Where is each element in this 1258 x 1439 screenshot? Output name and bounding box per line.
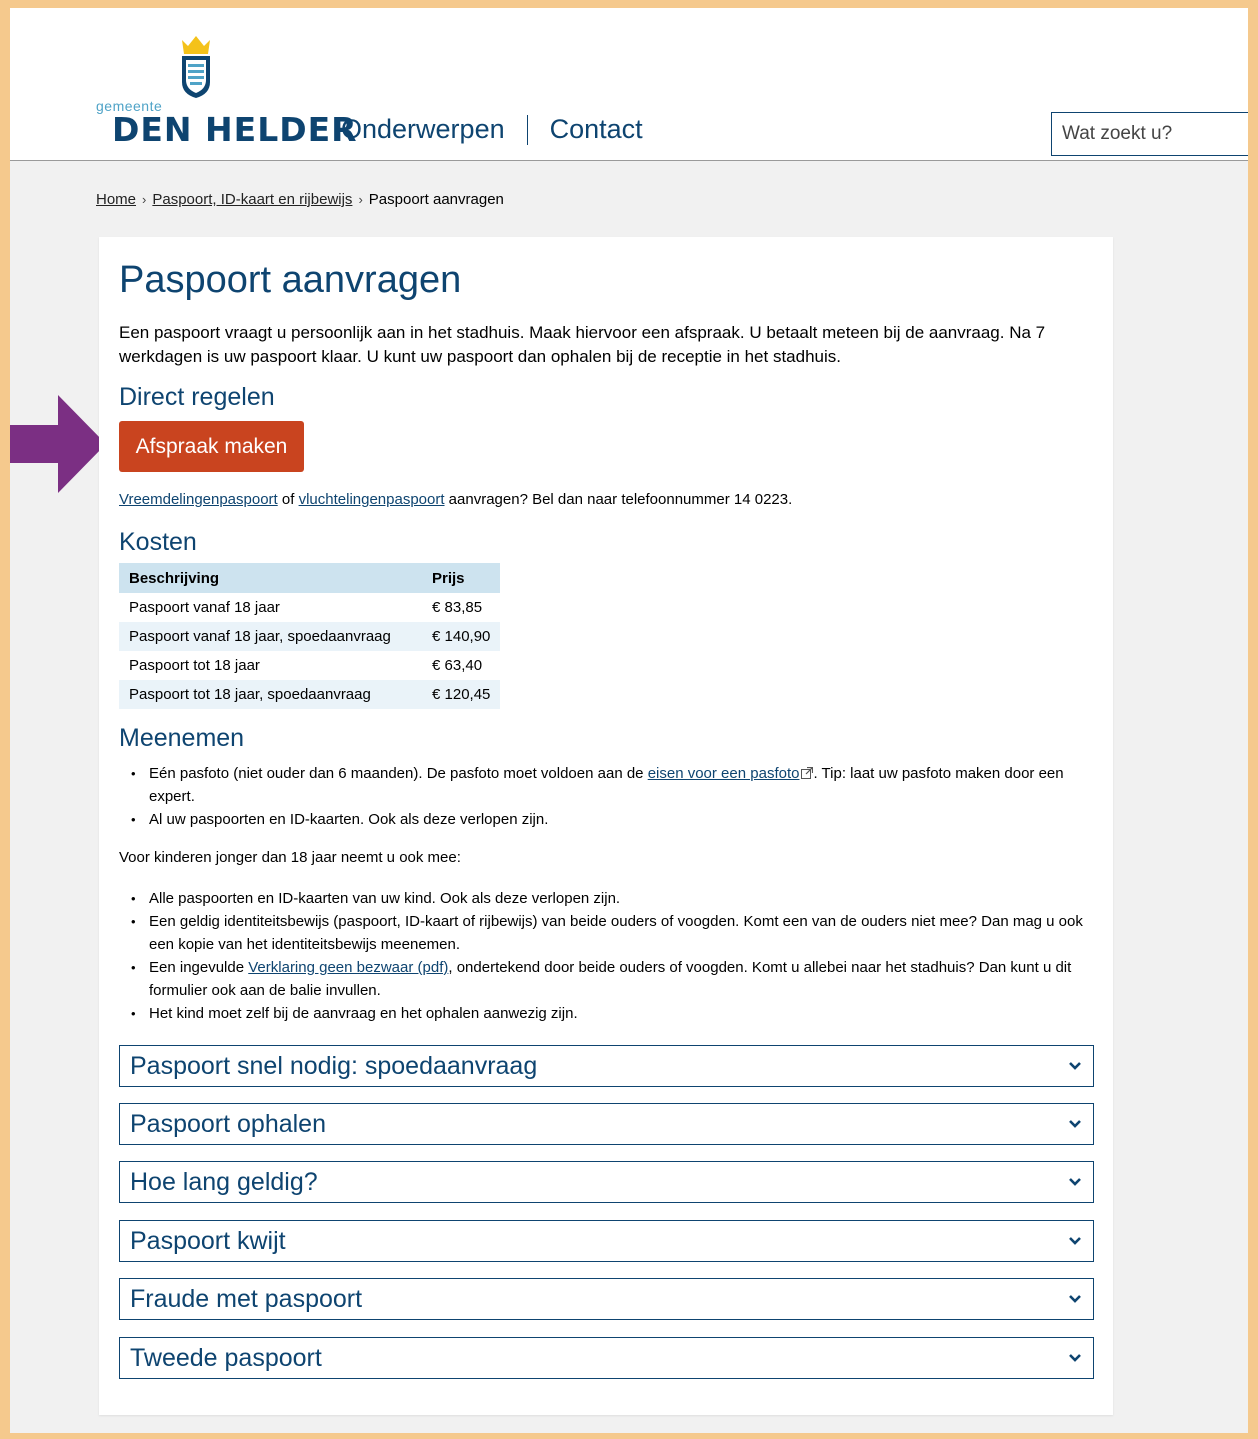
list-item-text: Eén pasfoto (niet ouder dan 6 maanden). … [149, 765, 648, 782]
accordion-title: Paspoort snel nodig: spoedaanvraag [130, 1051, 538, 1080]
crest-icon [182, 36, 210, 98]
table-cell-price: € 120,45 [422, 680, 501, 709]
accordion-title: Fraude met paspoort [130, 1284, 363, 1313]
accordion-ophalen[interactable]: Paspoort ophalen [119, 1103, 1094, 1145]
chevron-down-icon [1069, 1178, 1081, 1186]
afspraak-maken-button[interactable]: Afspraak maken [119, 421, 304, 472]
table-row: Paspoort vanaf 18 jaar, spoedaanvraag € … [119, 622, 501, 651]
accordion-kwijt[interactable]: Paspoort kwijt [119, 1220, 1094, 1262]
vreemdelingen-text: Vreemdelingenpaspoort of vluchtelingenpa… [119, 491, 792, 508]
table-cell-price: € 83,85 [432, 599, 483, 616]
accordion-title: Paspoort ophalen [130, 1109, 326, 1138]
breadcrumb: Home › Paspoort, ID-kaart en rijbewijs ›… [96, 191, 504, 208]
chevron-down-icon [1069, 1062, 1081, 1070]
table-cell-description: Paspoort vanaf 18 jaar, spoedaanvraag [119, 622, 422, 651]
breadcrumb-paspoort-id[interactable]: Paspoort, ID-kaart en rijbewijs [152, 191, 352, 208]
meenemen-list: Eén pasfoto (niet ouder dan 6 maanden). … [119, 762, 1094, 831]
table-cell-description: Paspoort tot 18 jaar, spoedaanvraag [119, 680, 422, 709]
list-item: Het kind moet zelf bij de aanvraag en he… [119, 1002, 1094, 1025]
table-cell-price: € 63,40 [432, 657, 483, 674]
eisen-pasfoto-link[interactable]: eisen voor een pasfoto [648, 765, 800, 782]
chevron-down-icon [1069, 1354, 1081, 1362]
main-nav: Onderwerpen Contact [341, 114, 643, 145]
table-cell-price: € 140,90 [422, 622, 501, 651]
chevron-down-icon [1069, 1237, 1081, 1245]
nav-onderwerpen[interactable]: Onderwerpen [341, 114, 505, 145]
list-item: Een ingevulde Verklaring geen bezwaar (p… [119, 956, 1094, 1002]
table-cell-description: Paspoort tot 18 jaar [129, 657, 260, 674]
logo-name-text: DEN HELDER [112, 110, 358, 149]
site-header: gemeente DEN HELDER Onderwerpen Contact [10, 8, 1248, 161]
vreemd-rest-text: aanvragen? Bel dan naar telefoonnummer 1… [444, 491, 793, 508]
accordion-title: Hoe lang geldig? [130, 1167, 318, 1196]
accordion-spoedaanvraag[interactable]: Paspoort snel nodig: spoedaanvraag [119, 1045, 1094, 1087]
kids-label: Voor kinderen jonger dan 18 jaar neemt u… [119, 849, 461, 866]
list-item: Alle paspoorten en ID-kaarten van uw kin… [119, 887, 1094, 910]
list-item: Eén pasfoto (niet ouder dan 6 maanden). … [119, 762, 1094, 808]
search-input[interactable] [1051, 112, 1248, 156]
table-row: Paspoort tot 18 jaar, spoedaanvraag € 12… [119, 680, 501, 709]
table-header-row: Beschrijving Prijs [119, 563, 501, 593]
external-link-icon [801, 767, 814, 779]
table-row: Paspoort tot 18 jaar € 63,40 [119, 651, 500, 680]
table-header-prijs: Prijs [422, 563, 501, 593]
list-item-text: Een ingevulde [149, 959, 249, 976]
page-background: gemeente DEN HELDER Onderwerpen Contact … [10, 8, 1248, 1433]
vreemd-of-text: of [277, 491, 299, 508]
accordion-title: Paspoort kwijt [130, 1226, 286, 1255]
kosten-heading: Kosten [119, 528, 197, 556]
nav-divider [526, 114, 528, 145]
kosten-table: Beschrijving Prijs Paspoort vanaf 18 jaa… [119, 563, 501, 709]
breadcrumb-home[interactable]: Home [96, 191, 136, 208]
direct-regelen-heading: Direct regelen [119, 383, 275, 411]
table-header-beschrijving: Beschrijving [119, 563, 422, 593]
table-row: Paspoort vanaf 18 jaar € 83,85 [119, 593, 500, 622]
chevron-down-icon [1069, 1295, 1081, 1303]
table-cell-description: Paspoort vanaf 18 jaar [129, 599, 280, 616]
chevron-down-icon [1069, 1120, 1081, 1128]
intro-text: Een paspoort vraagt u persoonlijk aan in… [119, 323, 1046, 366]
main-content-card: Paspoort aanvragen Een paspoort vraagt u… [99, 237, 1113, 1415]
verklaring-geen-bezwaar-link[interactable]: Verklaring geen bezwaar (pdf) [248, 959, 448, 976]
vreemdelingenpaspoort-link[interactable]: Vreemdelingenpaspoort [119, 491, 278, 508]
breadcrumb-separator: › [358, 192, 363, 207]
accordion-title: Tweede paspoort [130, 1343, 322, 1372]
breadcrumb-separator: › [142, 192, 147, 207]
accordion-fraude[interactable]: Fraude met paspoort [119, 1278, 1094, 1320]
nav-contact[interactable]: Contact [550, 114, 643, 145]
breadcrumb-current: Paspoort aanvragen [368, 191, 504, 208]
page-title: Paspoort aanvragen [119, 259, 462, 301]
meenemen-heading: Meenemen [119, 724, 245, 752]
vluchtelingenpaspoort-link[interactable]: vluchtelingenpaspoort [299, 491, 445, 508]
kids-list: Alle paspoorten en ID-kaarten van uw kin… [119, 887, 1094, 1025]
accordion-geldig[interactable]: Hoe lang geldig? [119, 1161, 1094, 1203]
list-item: Al uw paspoorten en ID-kaarten. Ook als … [119, 808, 1094, 831]
list-item: Een geldig identiteitsbewijs (paspoort, … [119, 910, 1094, 956]
screenshot-frame: gemeente DEN HELDER Onderwerpen Contact … [0, 0, 1258, 1439]
site-logo[interactable]: gemeente DEN HELDER [96, 36, 357, 149]
accordion-tweede-paspoort[interactable]: Tweede paspoort [119, 1337, 1094, 1379]
